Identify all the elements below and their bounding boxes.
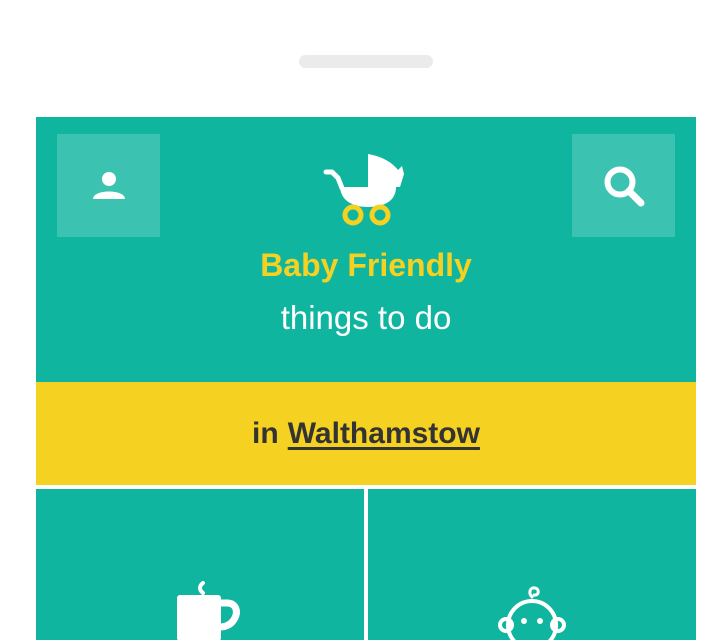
profile-button[interactable] [57,134,160,237]
app-header: Baby Friendly things to do [36,117,696,382]
search-button[interactable] [572,134,675,237]
location-link[interactable]: Walthamstow [288,417,480,451]
logo [320,151,410,227]
coffee-cup-icon [177,581,240,640]
category-tile-cafes[interactable] [36,489,364,640]
brand-tagline: things to do [280,299,452,336]
phone-speaker [299,55,433,68]
pram-icon [323,154,404,226]
location-bar: in Walthamstow [36,382,696,485]
category-tile-activities[interactable] [368,489,696,640]
phone-frame: Baby Friendly things to do in Walthamsto… [0,0,728,640]
app-screen: Baby Friendly things to do in Walthamsto… [36,117,696,640]
brand-title: Baby Friendly [260,247,472,283]
user-icon [92,171,125,199]
baby-face-icon [498,586,566,640]
location-prefix: in [252,416,279,450]
search-icon [604,166,644,206]
